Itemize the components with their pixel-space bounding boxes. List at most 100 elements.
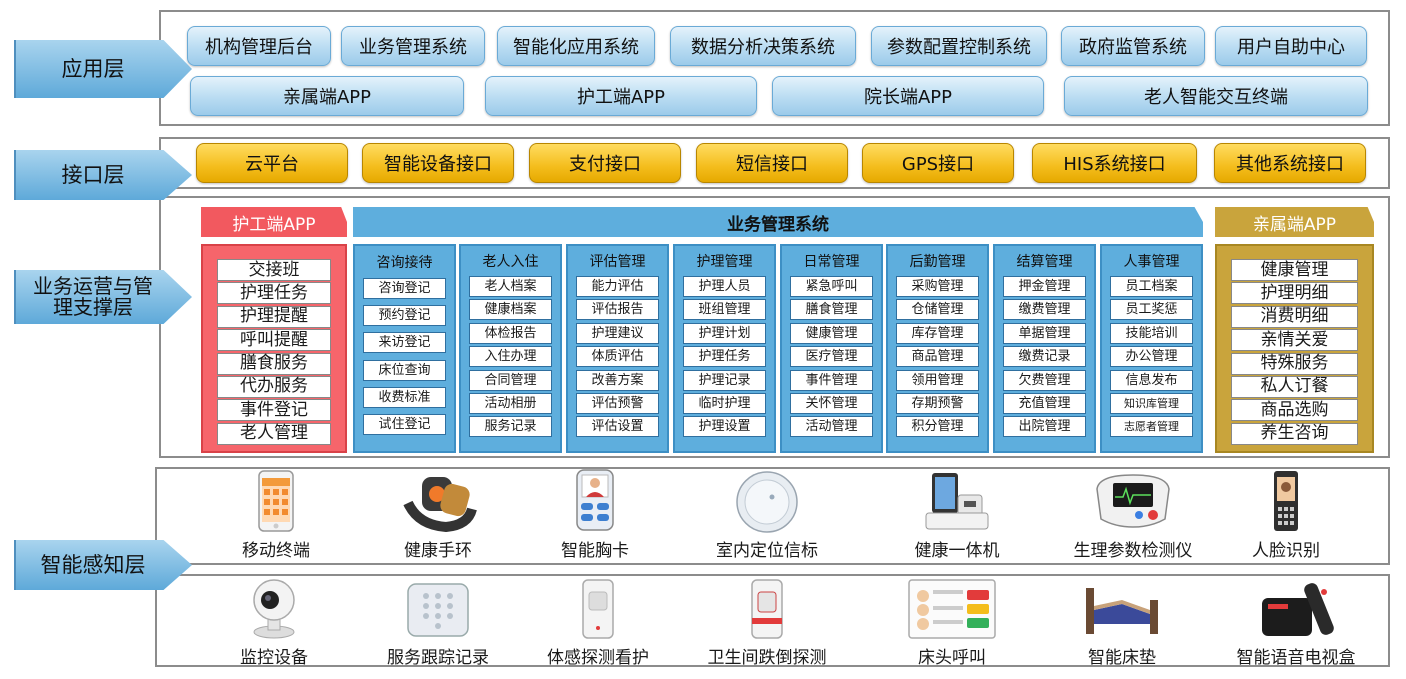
caregiver-app-header: 护工端APP <box>201 207 347 237</box>
module-item: 领用管理 <box>896 369 979 391</box>
module-item: 欠费管理 <box>1003 369 1086 391</box>
family-item: 商品选购 <box>1231 399 1358 422</box>
family-item: 消费明细 <box>1231 305 1358 328</box>
module-item: 老人档案 <box>469 276 552 297</box>
module-item: 医疗管理 <box>790 346 873 368</box>
module-item: 充值管理 <box>1003 392 1086 414</box>
module-item: 护理记录 <box>683 369 766 391</box>
app-gov-system: 政府监管系统 <box>1061 26 1205 66</box>
motion-sensor-icon <box>582 579 614 639</box>
module-item: 事件管理 <box>790 369 873 391</box>
device-label: 体感探测看护 <box>547 648 649 668</box>
module-item: 健康档案 <box>469 299 552 321</box>
module-item: 入住办理 <box>469 346 552 368</box>
module-4: 日常管理 紧急呼叫 膳食管理 健康管理 医疗管理 事件管理 关怀管理 活动管理 <box>780 244 883 453</box>
module-item: 体质评估 <box>576 346 659 368</box>
camera-icon <box>253 579 295 639</box>
family-item: 护理明细 <box>1231 282 1358 305</box>
module-item: 活动相册 <box>469 392 552 414</box>
module-item: 护理任务 <box>683 346 766 368</box>
module-item: 办公管理 <box>1110 346 1193 368</box>
caregiver-item: 护理任务 <box>217 282 331 305</box>
module-item: 改善方案 <box>576 369 659 391</box>
beacon-icon <box>736 471 798 533</box>
interface-gps: GPS接口 <box>862 143 1014 183</box>
keypad-icon <box>407 583 469 637</box>
module-item: 预约登记 <box>363 305 446 327</box>
bed-call-icon <box>908 579 996 639</box>
app-analytics-system: 数据分析决策系统 <box>670 26 856 66</box>
app-org-admin: 机构管理后台 <box>187 26 331 66</box>
caregiver-item: 膳食服务 <box>217 352 331 375</box>
bed-icon <box>1086 588 1158 634</box>
family-app-header: 亲属端APP <box>1215 207 1374 237</box>
caregiver-app-box: 交接班 护理任务 护理提醒 呼叫提醒 膳食服务 代办服务 事件登记 老人管理 <box>201 244 347 453</box>
interface-layer-label: 接口层 <box>14 150 192 200</box>
module-title: 人事管理 <box>1123 254 1180 270</box>
module-item: 采购管理 <box>896 276 979 297</box>
business-system-header: 业务管理系统 <box>353 207 1203 237</box>
app-family-app: 亲属端APP <box>190 76 464 116</box>
app-self-service: 用户自助中心 <box>1215 26 1367 66</box>
monitor-icon <box>1096 474 1170 528</box>
module-item: 存期预警 <box>896 392 979 414</box>
module-item: 床位查询 <box>363 359 446 381</box>
device-badge: 智能胸卡 <box>520 467 670 561</box>
module-item: 来访登记 <box>363 332 446 354</box>
module-item: 出院管理 <box>1003 416 1086 438</box>
module-title: 咨询接待 <box>376 255 433 271</box>
application-layer-label: 应用层 <box>14 40 192 98</box>
device-smart-mattress: 智能床垫 <box>1047 574 1197 668</box>
app-elderly-terminal: 老人智能交互终端 <box>1064 76 1368 116</box>
face-scan-icon <box>1274 471 1298 531</box>
business-layer-label: 业务运营与管 理支撑层 <box>14 270 192 324</box>
caregiver-item: 呼叫提醒 <box>217 329 331 352</box>
caregiver-item: 老人管理 <box>217 422 331 445</box>
module-item: 仓储管理 <box>896 299 979 321</box>
module-title: 护理管理 <box>696 254 753 270</box>
interface-sms: 短信接口 <box>696 143 848 183</box>
family-item: 特殊服务 <box>1231 352 1358 375</box>
module-7: 人事管理 员工档案 员工奖惩 技能培训 办公管理 信息发布 知识库管理 志愿者管理 <box>1100 244 1203 453</box>
app-config-system: 参数配置控制系统 <box>871 26 1047 66</box>
caregiver-item: 代办服务 <box>217 375 331 398</box>
interface-payment: 支付接口 <box>529 143 681 183</box>
module-item: 活动管理 <box>790 416 873 438</box>
module-item: 护理人员 <box>683 276 766 297</box>
device-label: 智能胸卡 <box>561 541 629 561</box>
module-6: 结算管理押金管理 缴费管理 单据管理 缴费记录 欠费管理 充值管理 出院管理 <box>993 244 1096 453</box>
device-label: 智能语音电视盒 <box>1236 648 1356 668</box>
module-item: 试住登记 <box>363 413 446 435</box>
app-director-app: 院长端APP <box>772 76 1044 116</box>
module-title: 日常管理 <box>803 254 860 270</box>
wristband-icon <box>403 477 477 533</box>
app-smart-system: 智能化应用系统 <box>497 26 655 66</box>
module-item: 志愿者管理 <box>1110 416 1193 438</box>
module-item: 能力评估 <box>576 276 659 297</box>
module-5: 后勤管理 采购管理 仓储管理 库存管理 商品管理 领用管理 存期预警 积分管理 <box>886 244 989 453</box>
interface-cloud: 云平台 <box>196 143 348 183</box>
module-item: 积分管理 <box>896 416 979 438</box>
badge-icon <box>576 469 614 531</box>
module-item: 缴费记录 <box>1003 346 1086 368</box>
module-item: 知识库管理 <box>1110 392 1193 414</box>
module-item: 押金管理 <box>1003 276 1086 297</box>
module-0: 咨询接待咨询登记预约登记来访登记床位查询收费标准试住登记 <box>353 244 456 453</box>
module-item: 健康管理 <box>790 322 873 344</box>
module-title: 结算管理 <box>1016 254 1073 270</box>
device-bed-call: 床头呼叫 <box>877 574 1027 668</box>
module-title: 老人入住 <box>482 254 539 270</box>
module-item: 班组管理 <box>683 299 766 321</box>
module-item: 评估报告 <box>576 299 659 321</box>
module-item: 单据管理 <box>1003 322 1086 344</box>
module-item: 收费标准 <box>363 386 446 408</box>
module-title: 后勤管理 <box>909 254 966 270</box>
module-item: 评估设置 <box>576 416 659 438</box>
tv-box-icon <box>1262 583 1334 636</box>
module-item: 咨询登记 <box>363 278 446 299</box>
fall-sensor-icon <box>751 579 783 639</box>
module-item: 缴费管理 <box>1003 299 1086 321</box>
module-3: 护理管理 护理人员 班组管理 护理计划 护理任务 护理记录 临时护理 护理设置 <box>673 244 776 453</box>
module-item: 库存管理 <box>896 322 979 344</box>
module-item: 护理设置 <box>683 416 766 438</box>
